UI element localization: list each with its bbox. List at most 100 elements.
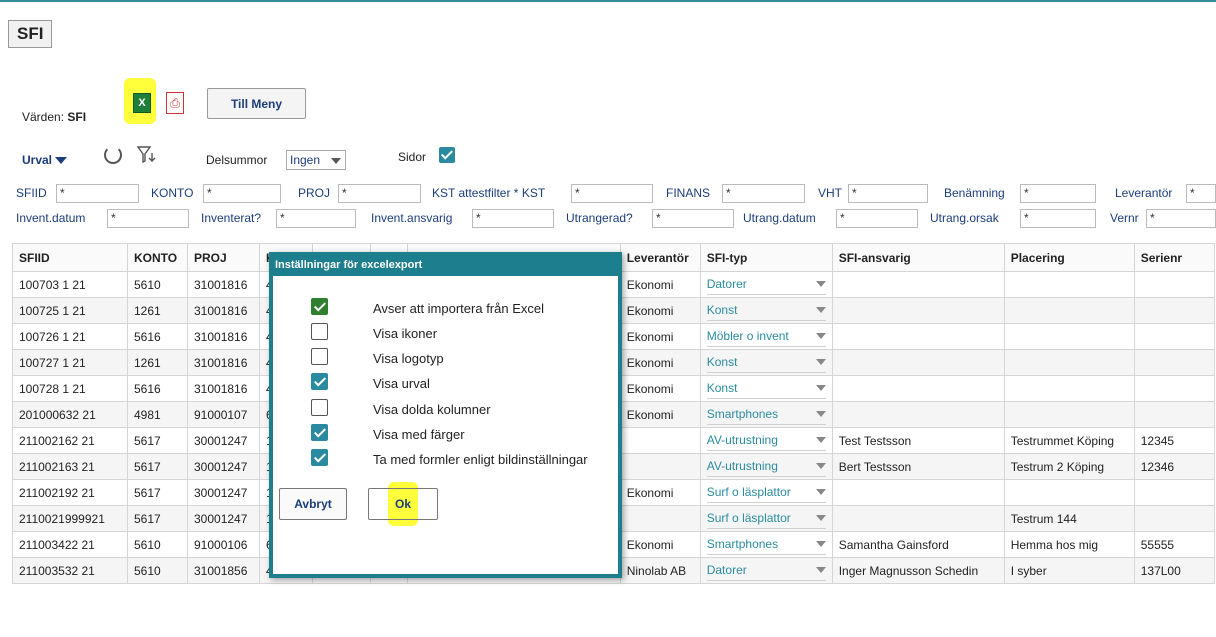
column-header[interactable]: SFI-ansvarig [831,243,1005,272]
filter-input-invent-datum[interactable]: * [107,209,189,228]
checkbox[interactable] [311,449,328,466]
table-cell: Konst [699,375,833,402]
filter-label: KST attestfilter * KST [432,186,546,200]
filter-input-leverantor[interactable]: * [1186,184,1216,203]
column-header[interactable]: Leverantör [619,243,701,272]
column-header[interactable]: SFIID [12,243,128,272]
table-cell: Ekonomi [619,297,701,324]
sfi-typ-select[interactable]: AV-utrustning [706,457,826,477]
table-cell: 1261 [127,297,188,324]
filter-input-kst[interactable]: * [571,184,653,203]
sfi-typ-select[interactable]: Datorer [706,561,826,581]
table-cell: Testrummet Köping [1003,427,1135,454]
checkbox[interactable] [311,373,328,390]
table-cell: 5616 [127,375,188,402]
table-cell: 31001856 [187,557,260,584]
filter-input-proj[interactable]: * [338,184,421,203]
checkbox[interactable] [311,298,328,315]
filter-input-utrang-orsak[interactable]: * [1020,209,1096,228]
chevron-down-icon [815,333,826,339]
filter-input-konto[interactable]: * [203,184,281,203]
values-label: Värden: SFI [22,110,86,124]
sfi-typ-select[interactable]: Möbler o invent [706,327,826,347]
table-cell: 5617 [127,505,188,532]
table-cell: I syber [1003,557,1135,584]
table-cell: 211002163 21 [12,453,128,480]
option-label: Visa ikoner [373,326,438,341]
sfi-typ-select[interactable]: Surf o läsplattor [706,483,826,503]
pdf-export-icon[interactable]: ⎙ [166,92,184,114]
filter-input-vht[interactable]: * [848,184,928,203]
column-header[interactable]: KONTO [127,243,188,272]
column-header[interactable]: Placering [1003,243,1135,272]
column-header[interactable]: Serienr [1133,243,1215,272]
table-cell: 55555 [1133,531,1215,558]
sfi-typ-select[interactable]: Konst [706,353,826,373]
sfi-typ-select[interactable]: Konst [706,379,826,399]
table-cell [619,427,701,454]
filter-input-benamning[interactable]: * [1020,184,1096,203]
table-cell [1003,401,1135,428]
cancel-button[interactable]: Avbryt [279,488,347,520]
filter-input-sfiid[interactable]: * [56,184,139,203]
table-cell [831,297,1005,324]
filter-input-vernr[interactable]: * [1146,209,1216,228]
table-cell: 5610 [127,531,188,558]
table-cell: 1261 [127,349,188,376]
dialog-title: Inställningar för excelexport [273,256,618,276]
chevron-down-icon [815,541,826,547]
filter-input-finans[interactable]: * [722,184,805,203]
refresh-icon[interactable] [104,146,122,164]
table-cell: AV-utrustning [699,453,833,480]
option-label: Visa logotyp [373,351,444,366]
chevron-down-icon [815,359,826,365]
sfi-typ-select[interactable]: Konst [706,301,826,321]
chevron-down-icon [815,463,826,469]
table-cell: 31001816 [187,349,260,376]
sfi-typ-select[interactable]: AV-utrustning [706,431,826,451]
table-cell: Testrum 144 [1003,505,1135,532]
sfi-typ-select[interactable]: Smartphones [706,405,826,425]
table-cell: 31001816 [187,271,260,298]
filter-icon[interactable] [137,146,157,164]
table-cell: 30001247 [187,505,260,532]
sfi-typ-value: Smartphones [706,537,779,551]
table-cell: Hemma hos mig [1003,531,1135,558]
table-cell: 100728 1 21 [12,375,128,402]
table-cell: Ekonomi [619,271,701,298]
checkbox[interactable] [311,424,328,441]
checkbox[interactable] [311,399,328,416]
filter-input-utrang-datum[interactable]: * [836,209,918,228]
table-cell [1003,479,1135,506]
table-cell [1003,323,1135,350]
sfi-typ-select[interactable]: Datorer [706,275,826,295]
urval-dropdown[interactable]: Urval [22,153,68,167]
table-cell: 5616 [127,323,188,350]
sfi-typ-value: AV-utrustning [706,459,778,473]
filter-input-utrangerad[interactable]: * [652,209,734,228]
filter-label: Invent.datum [16,211,86,225]
table-cell: Ekonomi [619,531,701,558]
chevron-down-icon [815,489,826,495]
column-header[interactable]: SFI-typ [699,243,833,272]
filter-input-invent-ansvarig[interactable]: * [472,209,554,228]
delsummor-select[interactable]: Ingen [286,150,346,170]
filter-label: Benämning [944,186,1005,200]
column-header[interactable]: PROJ [187,243,260,272]
ok-button[interactable]: Ok [368,488,438,520]
sidor-checkbox[interactable] [439,147,455,163]
table-cell: 30001247 [187,453,260,480]
table-cell [1133,375,1215,402]
filter-input-inventerat[interactable]: * [276,209,356,228]
checkbox[interactable] [311,348,328,365]
table-cell: 100703 1 21 [12,271,128,298]
sfi-typ-select[interactable]: Surf o läsplattor [706,509,826,529]
checkbox[interactable] [311,323,328,340]
till-meny-button[interactable]: Till Meny [207,88,306,119]
excel-export-icon[interactable]: X [133,93,151,113]
chevron-down-icon [815,515,826,521]
sfi-typ-select[interactable]: Smartphones [706,535,826,555]
delsummor-label: Delsummor [206,153,268,167]
table-cell: 31001816 [187,297,260,324]
table-cell: 211003532 21 [12,557,128,584]
